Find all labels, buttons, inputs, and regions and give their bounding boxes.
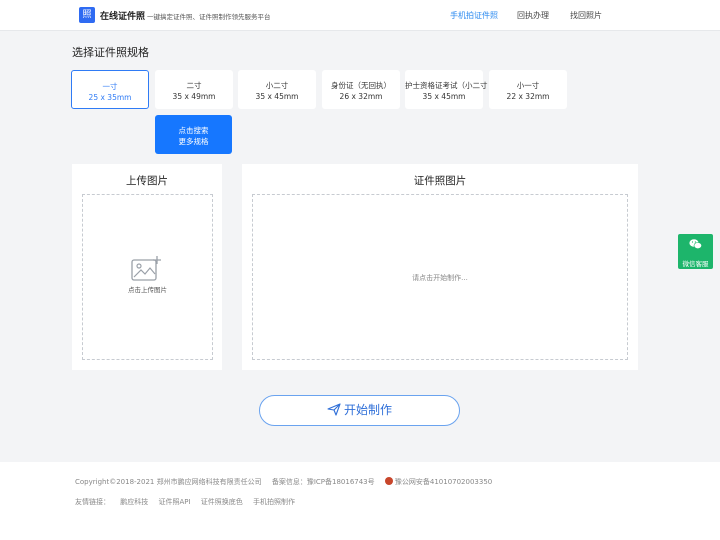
friend-links: 友情链接： 鹏应科技 证件照API 证件照换底色 手机拍照制作 bbox=[75, 497, 303, 507]
friend-link[interactable]: 手机拍照制作 bbox=[253, 498, 295, 506]
size-option-id-card[interactable]: 身份证（无回执） 26 x 32mm bbox=[322, 70, 400, 109]
result-title: 证件照图片 bbox=[413, 175, 467, 187]
image-upload-icon bbox=[131, 256, 161, 281]
wechat-service-button[interactable]: 微信客服 bbox=[678, 234, 713, 269]
size-option-2inch[interactable]: 二寸 35 x 49mm bbox=[155, 70, 233, 109]
icp-link[interactable]: 备案信息：豫ICP备18016743号 bbox=[272, 478, 375, 486]
friend-link[interactable]: 证件照换底色 bbox=[201, 498, 243, 506]
friend-link[interactable]: 鹏应科技 bbox=[120, 498, 148, 506]
wechat-icon bbox=[689, 239, 702, 249]
page-footer: Copyright©2018-2021 郑州市鹏应网络科技有限责任公司 备案信息… bbox=[0, 462, 720, 540]
upload-hint: 点击上传图片 bbox=[128, 286, 167, 294]
result-preview-area: 请点击开始制作... bbox=[252, 194, 628, 360]
result-panel: 证件照图片 请点击开始制作... bbox=[242, 164, 638, 370]
nav-retrieve-photo[interactable]: 找回照片 bbox=[570, 10, 602, 21]
footer-info: Copyright©2018-2021 郑州市鹏应网络科技有限责任公司 备案信息… bbox=[75, 477, 508, 487]
more-sizes-button[interactable]: 点击搜索 更多规格 bbox=[155, 115, 232, 154]
size-name: 小二寸 bbox=[265, 81, 289, 90]
police-record-text: 豫公网安备41010702003350 bbox=[394, 478, 493, 486]
send-icon bbox=[327, 402, 341, 416]
more-sizes-line1: 点击搜索 bbox=[178, 126, 209, 135]
size-option-small-1inch[interactable]: 小一寸 22 x 32mm bbox=[489, 70, 567, 109]
size-dims: 35 x 49mm bbox=[172, 92, 216, 101]
upload-dropzone[interactable]: 点击上传图片 bbox=[82, 194, 213, 360]
size-dims: 25 x 35mm bbox=[88, 93, 132, 102]
top-header: 照 在线证件照 一键搞定证件照、证件照制作领先服务平台 手机拍证件照 回执办理 … bbox=[0, 0, 720, 31]
section-title: 选择证件照规格 bbox=[72, 46, 149, 59]
size-name: 小一寸 bbox=[516, 81, 540, 90]
links-label: 友情链接： bbox=[75, 498, 110, 506]
size-dims: 26 x 32mm bbox=[339, 92, 383, 101]
start-button[interactable]: 开始制作 bbox=[259, 395, 460, 426]
size-dims: 35 x 45mm bbox=[255, 92, 299, 101]
brand-slogan: 一键搞定证件照、证件照制作领先服务平台 bbox=[147, 13, 271, 21]
result-hint: 请点击开始制作... bbox=[412, 274, 468, 282]
upload-panel: 上传图片 点击上传图片 bbox=[72, 164, 222, 370]
size-option-small-2inch[interactable]: 小二寸 35 x 45mm bbox=[238, 70, 316, 109]
police-record[interactable]: 豫公网安备41010702003350 bbox=[384, 477, 500, 486]
start-button-label: 开始制作 bbox=[343, 403, 392, 417]
friend-link[interactable]: 证件照API bbox=[158, 498, 190, 506]
site-logo[interactable]: 照 bbox=[79, 7, 95, 23]
nav-mobile-photo[interactable]: 手机拍证件照 bbox=[450, 10, 498, 21]
size-dims: 22 x 32mm bbox=[506, 92, 550, 101]
police-badge-icon bbox=[384, 477, 393, 485]
size-option-1inch[interactable]: 一寸 25 x 35mm bbox=[71, 70, 149, 109]
upload-title: 上传图片 bbox=[126, 175, 168, 187]
brand-name[interactable]: 在线证件照 bbox=[100, 9, 145, 22]
size-name: 护士资格证考试（小二寸 bbox=[405, 81, 488, 90]
size-dims: 35 x 45mm bbox=[422, 92, 466, 101]
copyright-text: Copyright©2018-2021 郑州市鹏应网络科技有限责任公司 bbox=[75, 478, 262, 486]
size-name: 一寸 bbox=[102, 82, 118, 91]
size-option-nurse-exam[interactable]: 护士资格证考试（小二寸 35 x 45mm bbox=[405, 70, 488, 109]
nav-receipt[interactable]: 回执办理 bbox=[517, 10, 549, 21]
size-name: 身份证（无回执） bbox=[331, 81, 391, 90]
wechat-label: 微信客服 bbox=[682, 260, 709, 268]
more-sizes-line2: 更多规格 bbox=[178, 137, 209, 146]
size-name: 二寸 bbox=[186, 81, 202, 90]
